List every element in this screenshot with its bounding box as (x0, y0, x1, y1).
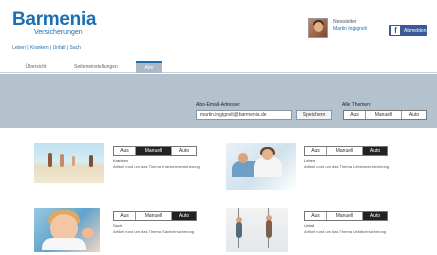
topic-toggle-leben: Aus Manuell Auto (304, 146, 388, 156)
topic-title-kranken: Kranken (113, 158, 128, 163)
topic-title-leben: Leben (304, 158, 316, 163)
facebook-button[interactable]: f Abmelden (389, 25, 427, 36)
topic-toggle-sach: Aus Manuell Auto (113, 211, 197, 221)
topic-toggle-kranken: Aus Manuell Auto (113, 146, 197, 156)
topic-sach-auto[interactable]: Auto (172, 212, 196, 220)
brand-slogan: Leben | Kranken | Unfall | Sach (12, 45, 81, 51)
topic-image-unfall (226, 208, 288, 252)
email-field[interactable] (196, 110, 292, 120)
topic-leben-auto[interactable]: Auto (363, 147, 387, 155)
tab-page-settings[interactable]: Seiteneinstellungen (60, 62, 132, 73)
topic-kranken-off[interactable]: Aus (114, 147, 136, 155)
topic-toggle-unfall: Aus Manuell Auto (304, 211, 388, 221)
topic-title-unfall: Unfall (304, 223, 315, 228)
barmenia-logo[interactable]: Barmenia Versicherungen (12, 9, 97, 37)
all-topics-auto[interactable]: Auto (402, 111, 426, 119)
topic-image-leben (226, 143, 296, 190)
all-topics-manual[interactable]: Manuell (366, 111, 402, 119)
tab-overview[interactable]: Übersicht (18, 62, 54, 73)
topic-leben-off[interactable]: Aus (305, 147, 327, 155)
tab-bar: Übersicht Seiteneinstellungen Abo (0, 60, 437, 73)
topic-unfall-off[interactable]: Aus (305, 212, 327, 220)
email-label: Abo-Email-Adresse: (196, 102, 241, 108)
all-topics-toggle: Aus Manuell Auto (343, 110, 427, 120)
header: Barmenia Versicherungen Leben | Kranken … (0, 0, 437, 60)
user-info: Newsletter Martin Ingignoli (333, 19, 367, 33)
topic-unfall-manual[interactable]: Manuell (327, 212, 363, 220)
topic-sach-off[interactable]: Aus (114, 212, 136, 220)
topic-desc-leben: Artikel rund um das Thema Lebensversiche… (304, 164, 390, 169)
all-topics-off[interactable]: Aus (344, 111, 366, 119)
user-avatar[interactable] (308, 18, 328, 38)
topic-leben-manual[interactable]: Manuell (327, 147, 363, 155)
topic-desc-kranken: Artikel rund um das Thema Krankenversich… (113, 164, 200, 169)
facebook-button-label: Abmelden (404, 27, 427, 34)
topic-kranken-auto[interactable]: Auto (172, 147, 196, 155)
topic-image-kranken (34, 143, 104, 183)
topic-kranken-manual[interactable]: Manuell (136, 147, 172, 155)
tab-subscription[interactable]: Abo (136, 61, 162, 73)
save-button[interactable]: Speichern (296, 110, 332, 120)
topic-unfall-auto[interactable]: Auto (363, 212, 387, 220)
topic-desc-unfall: Artikel rund um das Thema Unfallversiche… (304, 229, 387, 234)
user-name[interactable]: Martin Ingignoli (333, 26, 367, 33)
logo-subtitle: Versicherungen (34, 29, 83, 36)
all-topics-label: Alle Themen: (342, 102, 372, 108)
topic-title-sach: Sach (113, 223, 123, 228)
topic-image-sach (34, 208, 100, 252)
facebook-icon: f (391, 26, 400, 35)
topic-sach-manual[interactable]: Manuell (136, 212, 172, 220)
topic-desc-sach: Artikel rund um das Thema Sachversicheru… (113, 229, 195, 234)
user-label: Newsletter (333, 19, 357, 25)
logo-name: Barmenia (12, 9, 97, 30)
